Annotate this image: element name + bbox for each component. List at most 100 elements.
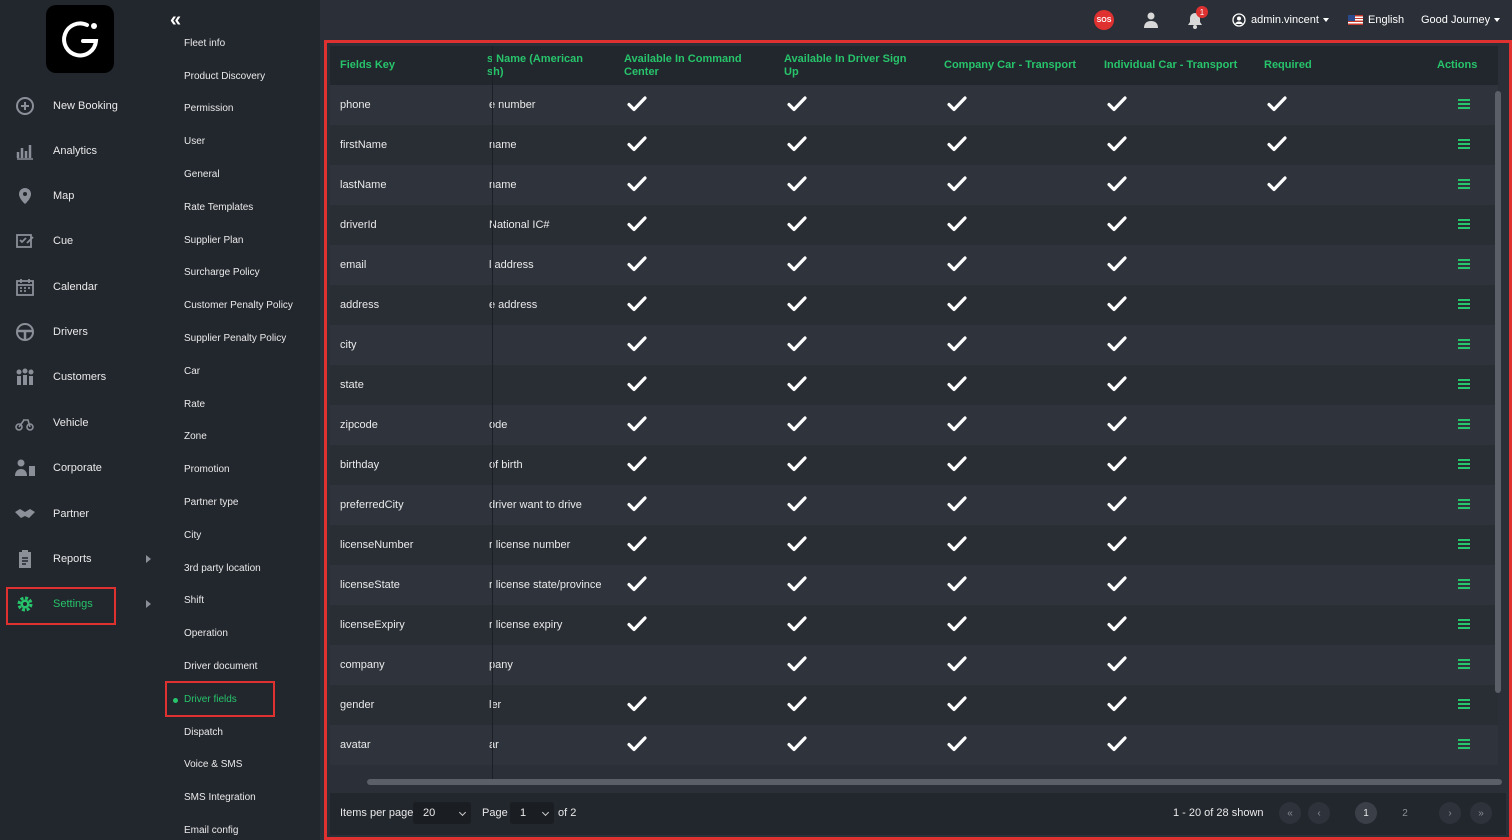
checkmark-icon bbox=[1267, 174, 1287, 194]
driver-profile-button[interactable] bbox=[1142, 10, 1160, 30]
row-actions-menu-icon[interactable] bbox=[1458, 99, 1470, 109]
first-page-button[interactable]: « bbox=[1279, 802, 1301, 824]
header-available-driver-signup[interactable]: Available In Driver Sign Up bbox=[784, 46, 906, 85]
next-page-button[interactable]: › bbox=[1439, 802, 1461, 824]
row-actions-menu-icon[interactable] bbox=[1458, 139, 1470, 149]
submenu-zone[interactable]: Zone bbox=[184, 430, 207, 444]
checkmark-icon bbox=[947, 614, 967, 634]
header-available-command-center[interactable]: Available In Command Center bbox=[624, 46, 742, 85]
row-actions-menu-icon[interactable] bbox=[1458, 579, 1470, 589]
submenu-car[interactable]: Car bbox=[184, 365, 200, 379]
checkmark-icon bbox=[787, 334, 807, 354]
header-individual-car[interactable]: Individual Car - Transport bbox=[1104, 46, 1237, 85]
row-actions-menu-icon[interactable] bbox=[1458, 499, 1470, 509]
checkmark-icon bbox=[1107, 374, 1127, 394]
main-sidebar: New Booking Analytics Map Cue Calendar D… bbox=[0, 0, 158, 840]
row-actions-menu-icon[interactable] bbox=[1458, 259, 1470, 269]
nav-vehicle[interactable]: Vehicle bbox=[0, 408, 158, 438]
pagination-bar: Items per page 20 Page 1 of 2 1 - 20 of … bbox=[330, 793, 1506, 835]
nav-cue[interactable]: Cue bbox=[0, 226, 158, 256]
row-actions-menu-icon[interactable] bbox=[1458, 659, 1470, 669]
nav-corporate[interactable]: Corporate bbox=[0, 453, 158, 483]
horizontal-scrollbar[interactable] bbox=[367, 779, 1502, 785]
row-actions-menu-icon[interactable] bbox=[1458, 219, 1470, 229]
submenu-voice-sms[interactable]: Voice & SMS bbox=[184, 758, 242, 772]
language-selector[interactable]: English bbox=[1348, 10, 1404, 30]
submenu-rate-templates[interactable]: Rate Templates bbox=[184, 201, 253, 215]
vertical-scrollbar[interactable] bbox=[1495, 91, 1501, 693]
submenu-rate[interactable]: Rate bbox=[184, 398, 205, 412]
checkmark-icon bbox=[947, 134, 967, 154]
submenu-operation[interactable]: Operation bbox=[184, 627, 228, 641]
items-per-page-select[interactable]: 20 bbox=[413, 802, 471, 824]
submenu-general[interactable]: General bbox=[184, 168, 220, 182]
submenu-promotion[interactable]: Promotion bbox=[184, 463, 230, 477]
page-2-button[interactable]: 2 bbox=[1394, 802, 1416, 824]
sos-button[interactable]: SOS bbox=[1094, 10, 1114, 30]
header-field-name[interactable]: s Name (American sh) bbox=[487, 46, 583, 85]
collapse-sidebar-icon[interactable]: « bbox=[170, 10, 181, 30]
nav-map[interactable]: Map bbox=[0, 181, 158, 211]
row-actions-menu-icon[interactable] bbox=[1458, 379, 1470, 389]
company-selector[interactable]: Good Journey bbox=[1421, 10, 1501, 30]
row-actions-menu-icon[interactable] bbox=[1458, 619, 1470, 629]
header-fields-key[interactable]: Fields Key bbox=[340, 46, 395, 85]
row-actions-menu-icon[interactable] bbox=[1458, 699, 1470, 709]
submenu-sms-integration[interactable]: SMS Integration bbox=[184, 791, 256, 805]
notifications-button[interactable]: 1 bbox=[1186, 6, 1208, 30]
submenu-driver-document[interactable]: Driver document bbox=[184, 660, 257, 674]
checkmark-icon bbox=[947, 734, 967, 754]
nav-reports[interactable]: Reports bbox=[0, 544, 158, 574]
submenu-customer-penalty-policy[interactable]: Customer Penalty Policy bbox=[184, 299, 293, 313]
submenu-partner-type[interactable]: Partner type bbox=[184, 496, 238, 510]
checkmark-icon bbox=[1107, 534, 1127, 554]
table-row: preferredCity driver want to drive bbox=[330, 485, 1498, 525]
submenu-surcharge-policy[interactable]: Surcharge Policy bbox=[184, 266, 260, 280]
user-circle-icon bbox=[1232, 13, 1246, 27]
nav-customers[interactable]: Customers bbox=[0, 362, 158, 392]
row-actions-menu-icon[interactable] bbox=[1458, 299, 1470, 309]
driver-fields-table: Fields Key s Name (American sh) Availabl… bbox=[330, 46, 1498, 781]
last-page-button[interactable]: » bbox=[1470, 802, 1492, 824]
row-actions-menu-icon[interactable] bbox=[1458, 179, 1470, 189]
field-name-cell: ode bbox=[489, 419, 508, 431]
app-logo[interactable] bbox=[46, 5, 114, 73]
row-actions-menu-icon[interactable] bbox=[1458, 419, 1470, 429]
row-actions-menu-icon[interactable] bbox=[1458, 739, 1470, 749]
header-required[interactable]: Required bbox=[1264, 46, 1312, 85]
submenu-supplier-plan[interactable]: Supplier Plan bbox=[184, 234, 243, 248]
submenu-product-discovery[interactable]: Product Discovery bbox=[184, 70, 265, 84]
nav-new-booking[interactable]: New Booking bbox=[0, 91, 158, 121]
submenu-dispatch[interactable]: Dispatch bbox=[184, 726, 223, 740]
page-select[interactable]: 1 bbox=[510, 802, 554, 824]
nav-drivers[interactable]: Drivers bbox=[0, 317, 158, 347]
submenu-supplier-penalty-policy[interactable]: Supplier Penalty Policy bbox=[184, 332, 286, 346]
checkmark-icon bbox=[1267, 94, 1287, 114]
table-row: licenseExpiry r license expiry bbox=[330, 605, 1498, 645]
prev-page-button[interactable]: ‹ bbox=[1308, 802, 1330, 824]
submenu-user[interactable]: User bbox=[184, 135, 205, 149]
nav-partner[interactable]: Partner bbox=[0, 499, 158, 529]
page-1-button[interactable]: 1 bbox=[1355, 802, 1377, 824]
checkmark-icon bbox=[1107, 334, 1127, 354]
submenu-shift[interactable]: Shift bbox=[184, 594, 204, 608]
submenu-fleet-info[interactable]: Fleet info bbox=[184, 37, 225, 51]
submenu-permission[interactable]: Permission bbox=[184, 102, 233, 116]
nav-label: Calendar bbox=[53, 281, 98, 293]
nav-calendar[interactable]: Calendar bbox=[0, 272, 158, 302]
user-menu[interactable]: admin.vincent bbox=[1232, 10, 1329, 30]
list-check-icon bbox=[13, 229, 37, 253]
row-actions-menu-icon[interactable] bbox=[1458, 339, 1470, 349]
submenu-3rd-party-location[interactable]: 3rd party location bbox=[184, 562, 261, 576]
submenu-city[interactable]: City bbox=[184, 529, 201, 543]
checkmark-icon bbox=[947, 654, 967, 674]
nav-analytics[interactable]: Analytics bbox=[0, 136, 158, 166]
submenu-email-config[interactable]: Email config bbox=[184, 824, 238, 838]
header-company-car[interactable]: Company Car - Transport bbox=[944, 46, 1076, 85]
row-actions-menu-icon[interactable] bbox=[1458, 539, 1470, 549]
horizontal-scrollbar-track[interactable] bbox=[367, 779, 1502, 785]
table-row: firstName name bbox=[330, 125, 1498, 165]
plus-circle-icon bbox=[13, 94, 37, 118]
row-actions-menu-icon[interactable] bbox=[1458, 459, 1470, 469]
checkmark-icon bbox=[787, 174, 807, 194]
